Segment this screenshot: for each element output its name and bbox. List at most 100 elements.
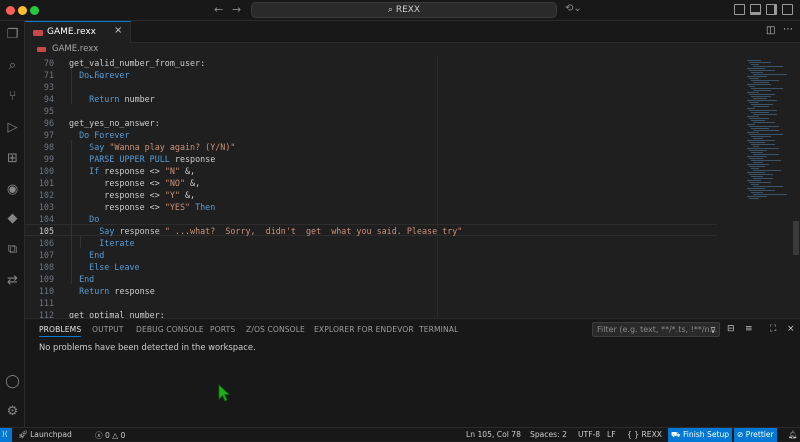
rexx-file-icon — [37, 47, 46, 52]
editor-tabs: GAME.rexx × ◫ ⋯ — [25, 21, 800, 43]
extensions-icon[interactable]: ⊞ — [5, 151, 20, 166]
minimap-line — [747, 68, 765, 69]
panel-tab-terminal[interactable]: TERMINAL — [419, 325, 458, 334]
code-text: Return response — [79, 286, 155, 296]
minimize-window-button[interactable] — [18, 6, 27, 15]
collapse-all-icon[interactable]: ⊟ — [727, 324, 735, 334]
command-center-search[interactable]: ⌕ REXX — [251, 2, 557, 18]
activity-bar: ❐ ⌕ ⑂ ▷ ⊞ ◉ ◆ ⧉ ⇄ ◯ ⚙ — [0, 21, 25, 427]
indentation[interactable]: Spaces: 2 — [530, 430, 567, 439]
minimap-line — [749, 158, 763, 159]
finish-setup-label: Finish Setup — [682, 430, 730, 439]
panel-tab-ports[interactable]: PORTS — [210, 325, 235, 334]
minimap-line — [747, 60, 761, 61]
toggle-panel-icon[interactable] — [750, 4, 761, 15]
line-number: 104 — [38, 214, 54, 224]
line-number: 95 — [43, 106, 54, 116]
finish-setup-button[interactable]: ⛟ Finish Setup — [668, 428, 733, 442]
editor-scrollbar[interactable] — [793, 221, 799, 255]
customize-layout-icon[interactable] — [782, 4, 793, 15]
language-mode[interactable]: { } REXX — [627, 430, 662, 439]
maximize-window-button[interactable] — [30, 6, 39, 15]
close-panel-icon[interactable]: × — [787, 324, 795, 334]
run-debug-icon[interactable]: ▷ — [5, 120, 20, 135]
gift-icon: ⛟ — [671, 430, 683, 439]
warning-count: 0 — [120, 431, 126, 440]
mouse-cursor-icon — [218, 384, 230, 402]
filter-icon[interactable]: ⊽ — [710, 324, 716, 337]
breadcrumb-file[interactable]: GAME.rexx — [52, 44, 98, 54]
rexx-file-icon — [33, 30, 43, 36]
copilot-icon[interactable]: ⟲⌄ — [565, 3, 582, 14]
prettier-status[interactable]: ⊘ Prettier — [734, 428, 777, 442]
minimap-line — [753, 66, 783, 67]
code-text: Else Leave — [89, 262, 140, 272]
close-tab-icon[interactable]: × — [114, 25, 122, 36]
problems-filter-input[interactable]: Filter (e.g. text, **/*.ts, !**/n... ⊽ — [592, 322, 720, 337]
minimap-line — [747, 180, 761, 181]
toggle-secondary-sidebar-icon[interactable] — [766, 4, 777, 15]
panel-tab-explorer-for-endevor[interactable]: EXPLORER FOR ENDEVOR — [314, 325, 414, 334]
language-label: REXX — [641, 430, 662, 439]
minimap-line — [753, 114, 777, 115]
code-editor[interactable]: End 70 get_valid_number_from_user: 71 Do Fo… — [25, 56, 800, 318]
settings-gear-icon[interactable]: ⚙ — [5, 404, 20, 419]
minimap-line — [751, 72, 763, 73]
github-icon[interactable]: ◉ — [5, 182, 20, 197]
code-text: response <> "Y" &, — [69, 190, 196, 200]
workflow-icon[interactable]: ⇄ — [5, 273, 20, 288]
minimap-line — [747, 100, 777, 101]
forward-arrow-icon[interactable]: → — [232, 3, 241, 16]
code-line: 95 — [25, 105, 715, 117]
minimap-line — [753, 186, 783, 187]
cursor-position[interactable]: Ln 105, Col 78 — [466, 430, 521, 439]
line-number: 71 — [43, 70, 54, 80]
minimap-line — [749, 126, 779, 127]
minimap-line — [749, 62, 771, 63]
panel-tab-debug-console[interactable]: DEBUG CONSOLE — [136, 325, 204, 334]
back-arrow-icon[interactable]: ← — [214, 3, 223, 16]
minimap-line — [749, 78, 759, 79]
maximize-panel-icon[interactable]: ⛶ — [770, 324, 776, 334]
minimap-line — [747, 172, 765, 173]
line-number: 106 — [38, 238, 54, 248]
code-line: 105 Say response " ...what? Sorry, didn'… — [25, 225, 715, 237]
remote-indicator[interactable]: ⟩⟨ — [0, 428, 12, 442]
minimap-line — [749, 70, 775, 71]
breadcrumb: GAME.rexx — [25, 43, 800, 56]
problems-status[interactable]: ⓧ 0 △ 0 — [95, 430, 125, 441]
panel-tab-output[interactable]: OUTPUT — [92, 325, 124, 334]
encoding[interactable]: UTF-8 — [578, 430, 600, 439]
line-number: 109 — [38, 274, 54, 284]
minimap-line — [747, 196, 767, 197]
minimap-line — [753, 194, 787, 195]
line-number: 110 — [38, 286, 54, 296]
minimap-line — [749, 102, 759, 103]
more-actions-icon[interactable]: ⋯ — [783, 24, 793, 35]
tab-game-rexx[interactable]: GAME.rexx × — [25, 21, 131, 43]
account-icon[interactable]: ◯ — [5, 374, 20, 389]
minimap-line — [747, 188, 765, 189]
code-text: response <> "YES" Then — [69, 202, 216, 212]
prettier-label: Prettier — [745, 430, 774, 439]
panel-tab-problems[interactable]: PROBLEMS — [39, 325, 82, 337]
toggle-sidebar-icon[interactable] — [734, 4, 745, 15]
minimap-line — [751, 120, 765, 121]
code-text: PARSE UPPER PULL response — [89, 154, 216, 164]
launchpad-item[interactable]: 🚀︎ Launchpad — [18, 430, 72, 439]
explorer-icon[interactable]: ❐ — [5, 27, 20, 42]
remote-explorer-icon[interactable]: ⧉ — [5, 242, 20, 257]
notifications-bell-icon[interactable]: 🔔︎ — [788, 430, 798, 439]
zowe-icon[interactable]: ◆ — [5, 211, 20, 226]
source-control-icon[interactable]: ⑂ — [5, 89, 20, 104]
split-editor-icon[interactable]: ◫ — [766, 25, 775, 36]
panel-tab-z-os-console[interactable]: Z/OS CONSOLE — [246, 325, 305, 334]
code-line: 96 get_yes_no_answer: — [25, 117, 715, 129]
view-as-tree-icon[interactable]: ≡ — [745, 324, 753, 334]
minimap[interactable] — [717, 56, 787, 318]
minimap-line — [747, 148, 779, 149]
close-window-button[interactable] — [6, 6, 15, 15]
end-of-line[interactable]: LF — [607, 430, 616, 439]
minimap-line — [747, 132, 759, 133]
search-icon[interactable]: ⌕ — [5, 58, 20, 73]
